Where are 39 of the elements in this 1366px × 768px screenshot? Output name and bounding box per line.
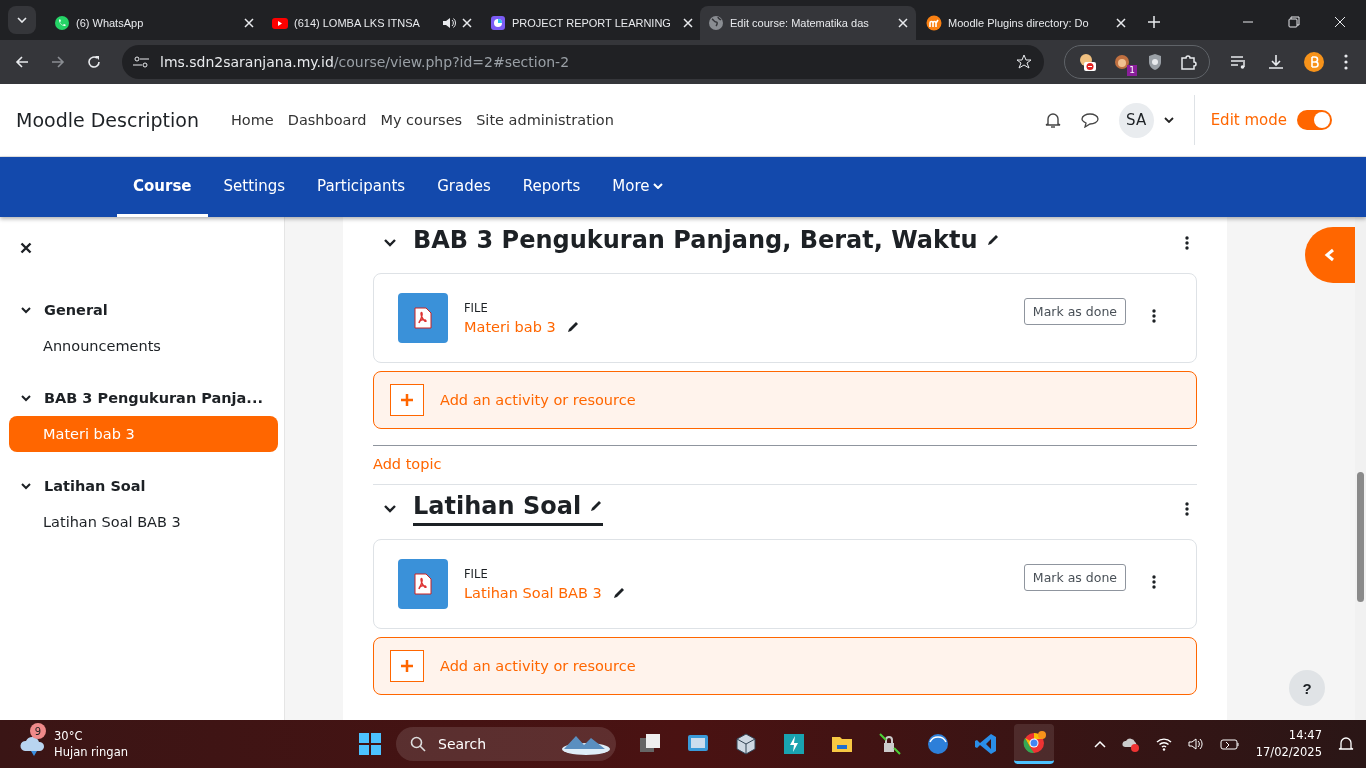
search-box[interactable]: Search: [396, 727, 616, 761]
activity-type: FILE: [464, 567, 488, 581]
mark-as-done-button[interactable]: Mark as done: [1023, 564, 1126, 591]
temperature: 30°C: [54, 728, 84, 744]
browser-tab[interactable]: Moodle Plugins directory: Do: [918, 6, 1134, 40]
browser-tab[interactable]: (614) LOMBA LKS ITNSA: [264, 6, 480, 40]
course-nav-tab[interactable]: Settings: [207, 157, 302, 217]
extension-badge: 1: [1127, 65, 1137, 76]
clock[interactable]: 14:47 17/02/2025: [1255, 727, 1322, 761]
drawer-item[interactable]: Announcements: [9, 328, 278, 364]
course-nav-tab[interactable]: More: [596, 157, 680, 217]
course-nav-tab[interactable]: Grades: [421, 157, 507, 217]
notification-badge: 9: [30, 723, 46, 739]
nav-link[interactable]: My courses: [380, 112, 463, 128]
url-text: lms.sdn2saranjana.my.id/course/view.php?id=2#section-2: [160, 54, 570, 70]
browser-tab[interactable]: PROJECT REPORT LEARNING: [482, 6, 698, 40]
mark-as-done-button[interactable]: Mark as done: [1023, 298, 1126, 325]
course-nav-tab[interactable]: Participants: [301, 157, 422, 217]
section-title-text: BAB 3 Pengukuran Panjang, Berat, Waktu: [413, 226, 978, 254]
browser-tab[interactable]: Edit course: Matematika das: [700, 6, 916, 40]
activity-type: FILE: [464, 301, 488, 315]
section-title[interactable]: BAB 3 Pengukuran Panjang, Berat, Waktu: [413, 226, 1000, 260]
nav-link[interactable]: Home: [230, 112, 274, 128]
drawer-section[interactable]: Latihan Soal: [9, 472, 278, 500]
drawer-section[interactable]: General: [9, 296, 278, 324]
help-button[interactable]: ?: [1289, 670, 1325, 706]
nav-link[interactable]: Site administration: [476, 112, 614, 128]
site-name[interactable]: Moodle Description: [16, 109, 199, 131]
address-bar[interactable]: lms.sdn2saranjana.my.id/course/view.php?id=2#section-2: [122, 45, 1044, 79]
drawer-item[interactable]: Latihan Soal BAB 3: [9, 504, 278, 540]
course-nav-tab[interactable]: Reports: [506, 157, 597, 217]
browser-tab[interactable]: (6) WhatsApp: [46, 6, 262, 40]
section-title[interactable]: Latihan Soal: [413, 492, 604, 526]
nav-link[interactable]: Dashboard: [287, 112, 367, 128]
edit-mode-label: Edit mode: [1210, 111, 1287, 129]
drawer-section[interactable]: BAB 3 Pengukuran Panja...: [9, 384, 278, 412]
weather-description: Hujan ringan: [54, 744, 128, 760]
section-title-text: Latihan Soal: [413, 492, 582, 520]
user-avatar[interactable]: SA: [1118, 102, 1154, 138]
